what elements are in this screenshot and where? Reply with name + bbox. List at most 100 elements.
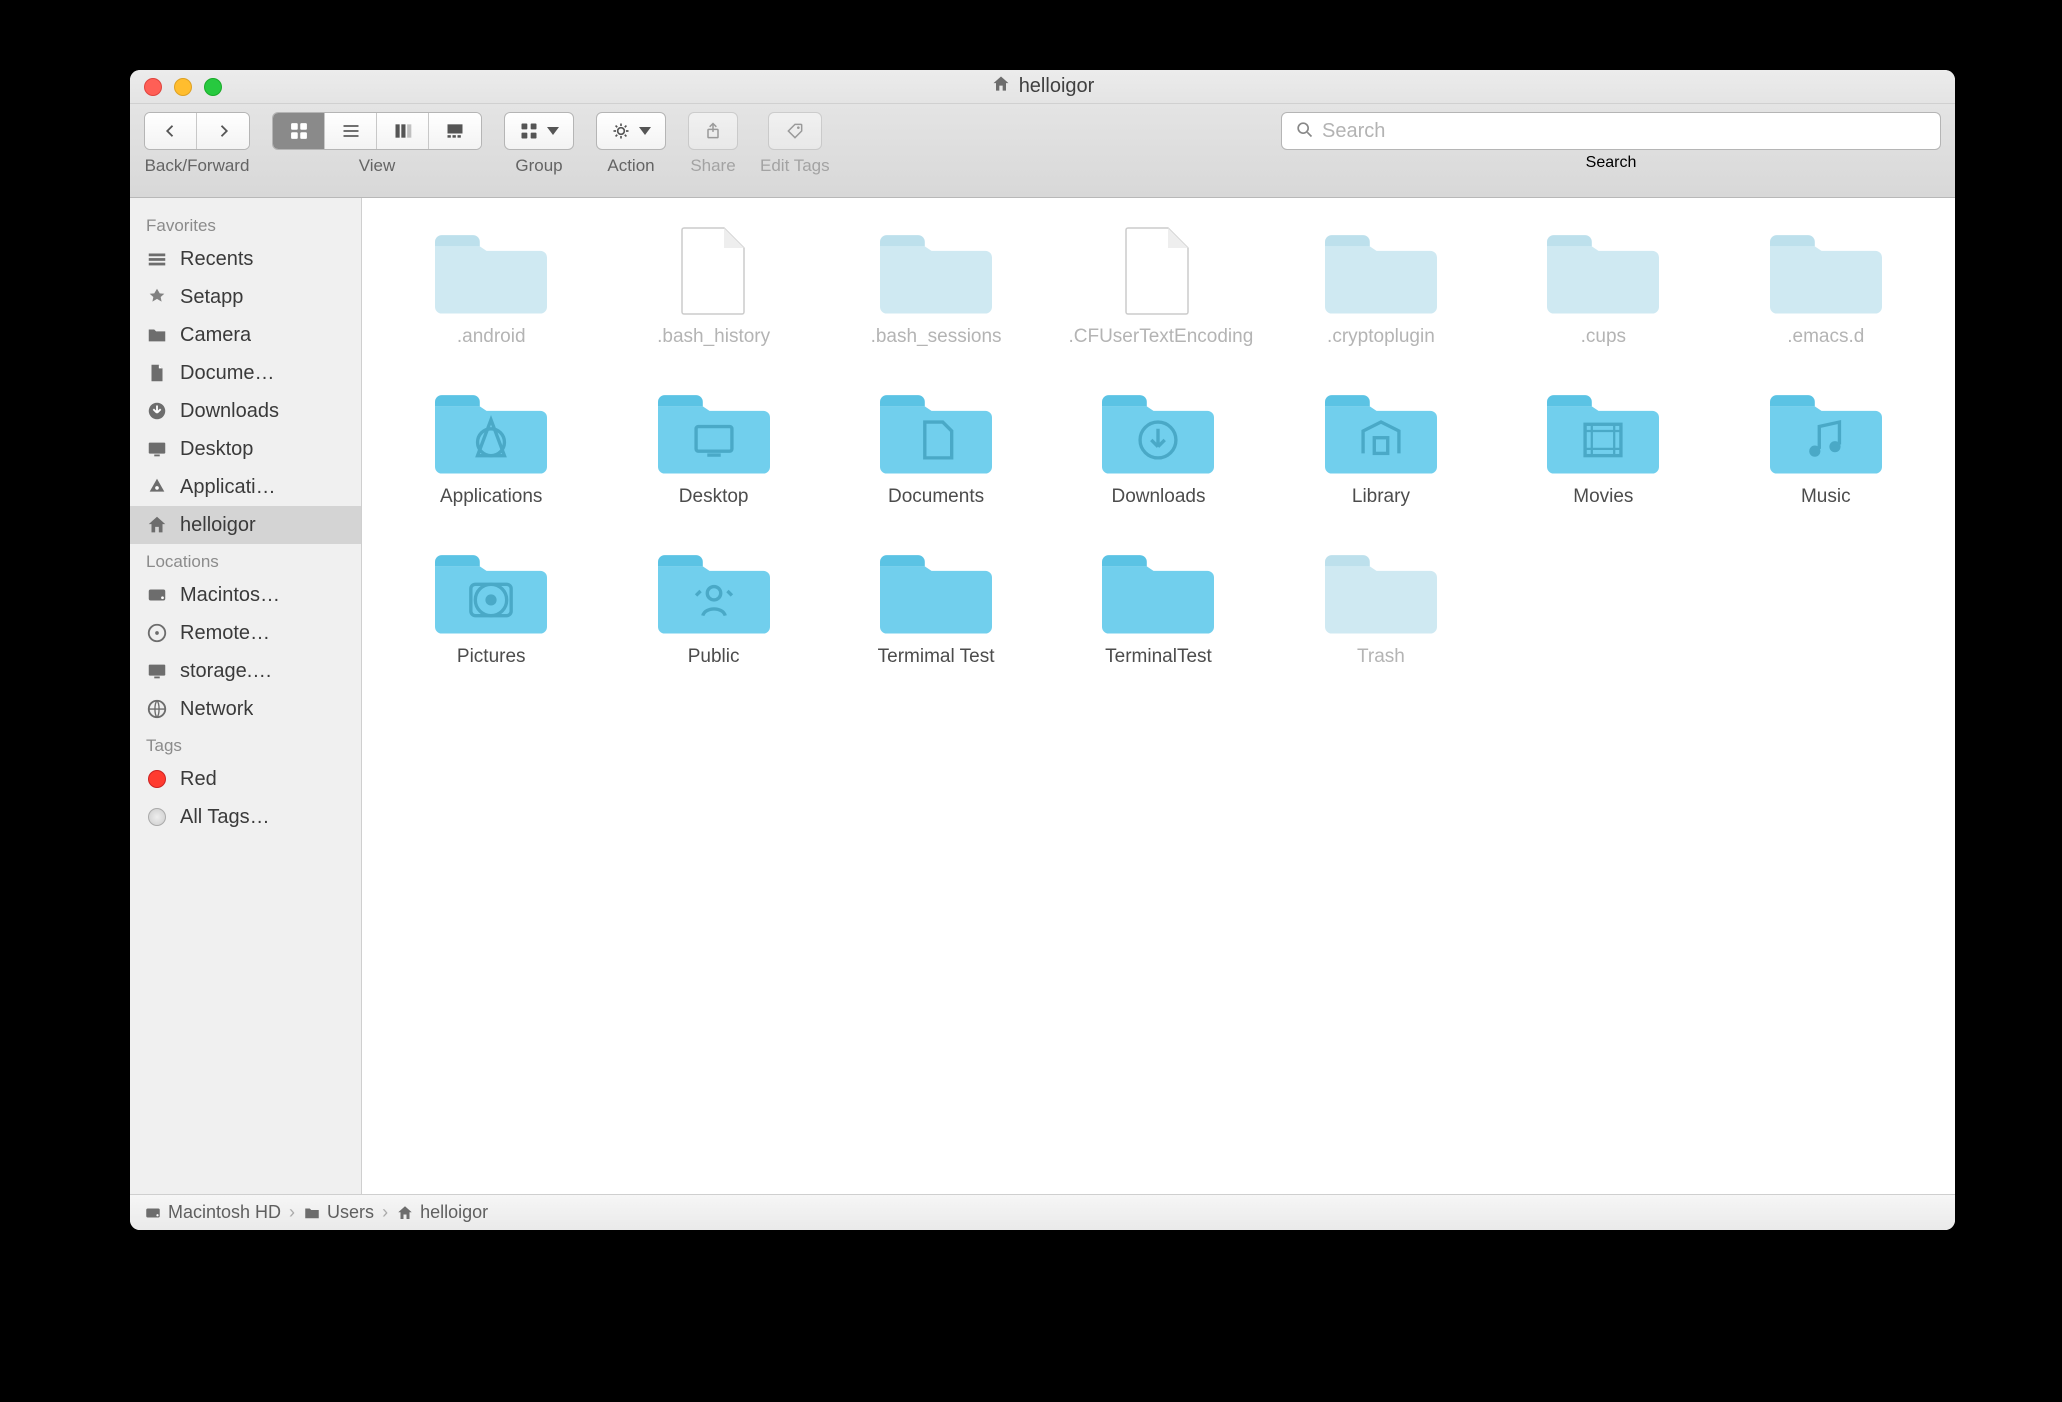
back-button[interactable]: [145, 113, 197, 149]
sidebar-heading: Tags: [130, 728, 361, 760]
icon-view-button[interactable]: [273, 113, 325, 149]
file-item[interactable]: .bash_history: [602, 218, 824, 378]
hdd-icon: [144, 1204, 162, 1222]
path-crumb[interactable]: Users: [303, 1202, 374, 1223]
icon-grid: .android .bash_history .bash_sessions .CFU…: [380, 218, 1937, 698]
folder-icon: [1321, 542, 1441, 640]
file-item-label: Applications: [440, 486, 542, 508]
file-item-label: .android: [457, 326, 526, 348]
file-item[interactable]: .CFUserTextEncoding: [1047, 218, 1269, 378]
sidebar-item-label: Downloads: [180, 400, 279, 423]
back-forward-label: Back/Forward: [145, 156, 250, 176]
tags-group: Edit Tags: [760, 112, 830, 176]
sidebar-item[interactable]: Docume…: [130, 354, 361, 392]
group-button[interactable]: [504, 112, 574, 150]
file-item[interactable]: .android: [380, 218, 602, 378]
search-input[interactable]: [1322, 120, 1928, 143]
file-item[interactable]: TerminalTest: [1047, 538, 1269, 698]
tags-label: Edit Tags: [760, 156, 830, 176]
action-label: Action: [607, 156, 654, 176]
close-button[interactable]: [144, 78, 162, 96]
action-button[interactable]: [596, 112, 666, 150]
list-view-button[interactable]: [325, 113, 377, 149]
sidebar-item-label: Docume…: [180, 362, 274, 385]
file-item[interactable]: .cups: [1492, 218, 1714, 378]
search-icon: [1294, 119, 1314, 144]
documents-icon: [144, 360, 170, 386]
file-item-label: Music: [1801, 486, 1851, 508]
sidebar-item[interactable]: Macintos…: [130, 576, 361, 614]
back-forward-group: Back/Forward: [144, 112, 250, 176]
file-item-label: TerminalTest: [1105, 646, 1212, 668]
file-item[interactable]: Applications: [380, 378, 602, 538]
file-item[interactable]: Downloads: [1047, 378, 1269, 538]
file-item-label: Downloads: [1111, 486, 1205, 508]
sidebar-item[interactable]: Red: [130, 760, 361, 798]
downloads-icon: [144, 398, 170, 424]
gallery-view-button[interactable]: [429, 113, 481, 149]
file-item[interactable]: .cryptoplugin: [1270, 218, 1492, 378]
path-crumb[interactable]: helloigor: [396, 1202, 488, 1223]
file-item[interactable]: Public: [602, 538, 824, 698]
sidebar-item-label: Macintos…: [180, 584, 280, 607]
forward-button[interactable]: [197, 113, 249, 149]
sidebar-item[interactable]: storage.…: [130, 652, 361, 690]
folder-icon: [144, 322, 170, 348]
file-item[interactable]: Documents: [825, 378, 1047, 538]
sidebar-item-label: Recents: [180, 248, 253, 271]
titlebar: helloigor: [130, 70, 1955, 104]
folder-icon: [654, 382, 774, 480]
sidebar-item[interactable]: helloigor: [130, 506, 361, 544]
sidebar-item[interactable]: All Tags…: [130, 798, 361, 836]
path-bar: Macintosh HD›Users›helloigor: [130, 1194, 1955, 1230]
sidebar-item[interactable]: Applicati…: [130, 468, 361, 506]
folder-icon: [1321, 222, 1441, 320]
content-area[interactable]: .android .bash_history .bash_sessions .CFU…: [362, 198, 1955, 1194]
sidebar-item[interactable]: Camera: [130, 316, 361, 354]
path-crumb-label: Macintosh HD: [168, 1202, 281, 1223]
column-view-button[interactable]: [377, 113, 429, 149]
file-item[interactable]: Music: [1715, 378, 1937, 538]
folder-icon: [431, 382, 551, 480]
sidebar-item[interactable]: Desktop: [130, 430, 361, 468]
sidebar-item-label: helloigor: [180, 514, 256, 537]
sidebar-item[interactable]: Setapp: [130, 278, 361, 316]
folder-icon: [1543, 222, 1663, 320]
file-item-label: Public: [688, 646, 740, 668]
file-item[interactable]: .bash_sessions: [825, 218, 1047, 378]
folder-icon: [431, 222, 551, 320]
file-item[interactable]: Pictures: [380, 538, 602, 698]
sidebar-item[interactable]: Remote…: [130, 614, 361, 652]
toolbar: Back/Forward View Group Action: [130, 104, 1955, 198]
file-item-label: .cups: [1581, 326, 1626, 348]
sidebar-item[interactable]: Network: [130, 690, 361, 728]
minifolder-icon: [303, 1204, 321, 1222]
file-item[interactable]: Desktop: [602, 378, 824, 538]
sidebar-item[interactable]: Recents: [130, 240, 361, 278]
file-item[interactable]: .emacs.d: [1715, 218, 1937, 378]
sidebar-item-label: storage.…: [180, 660, 272, 683]
folder-icon: [1098, 542, 1218, 640]
file-item[interactable]: Termimal Test: [825, 538, 1047, 698]
file-item-label: .bash_history: [657, 326, 770, 348]
minimize-button[interactable]: [174, 78, 192, 96]
edit-tags-button[interactable]: [768, 112, 822, 150]
file-item[interactable]: Trash: [1270, 538, 1492, 698]
sidebar-item-label: Desktop: [180, 438, 253, 461]
folder-icon: [876, 382, 996, 480]
file-item[interactable]: Library: [1270, 378, 1492, 538]
share-button[interactable]: [688, 112, 738, 150]
finder-window: helloigor Back/Forward View: [130, 70, 1955, 1230]
file-item-label: Termimal Test: [878, 646, 995, 668]
sidebar-item[interactable]: Downloads: [130, 392, 361, 430]
tag-red-icon: [144, 766, 170, 792]
chevron-down-icon: [547, 127, 559, 135]
search-field[interactable]: [1281, 112, 1941, 150]
file-item-label: .bash_sessions: [871, 326, 1002, 348]
file-item[interactable]: Movies: [1492, 378, 1714, 538]
sidebar-item-label: Camera: [180, 324, 251, 347]
zoom-button[interactable]: [204, 78, 222, 96]
sidebar-item-label: Applicati…: [180, 476, 276, 499]
sidebar-item-label: Red: [180, 768, 217, 791]
path-crumb[interactable]: Macintosh HD: [144, 1202, 281, 1223]
